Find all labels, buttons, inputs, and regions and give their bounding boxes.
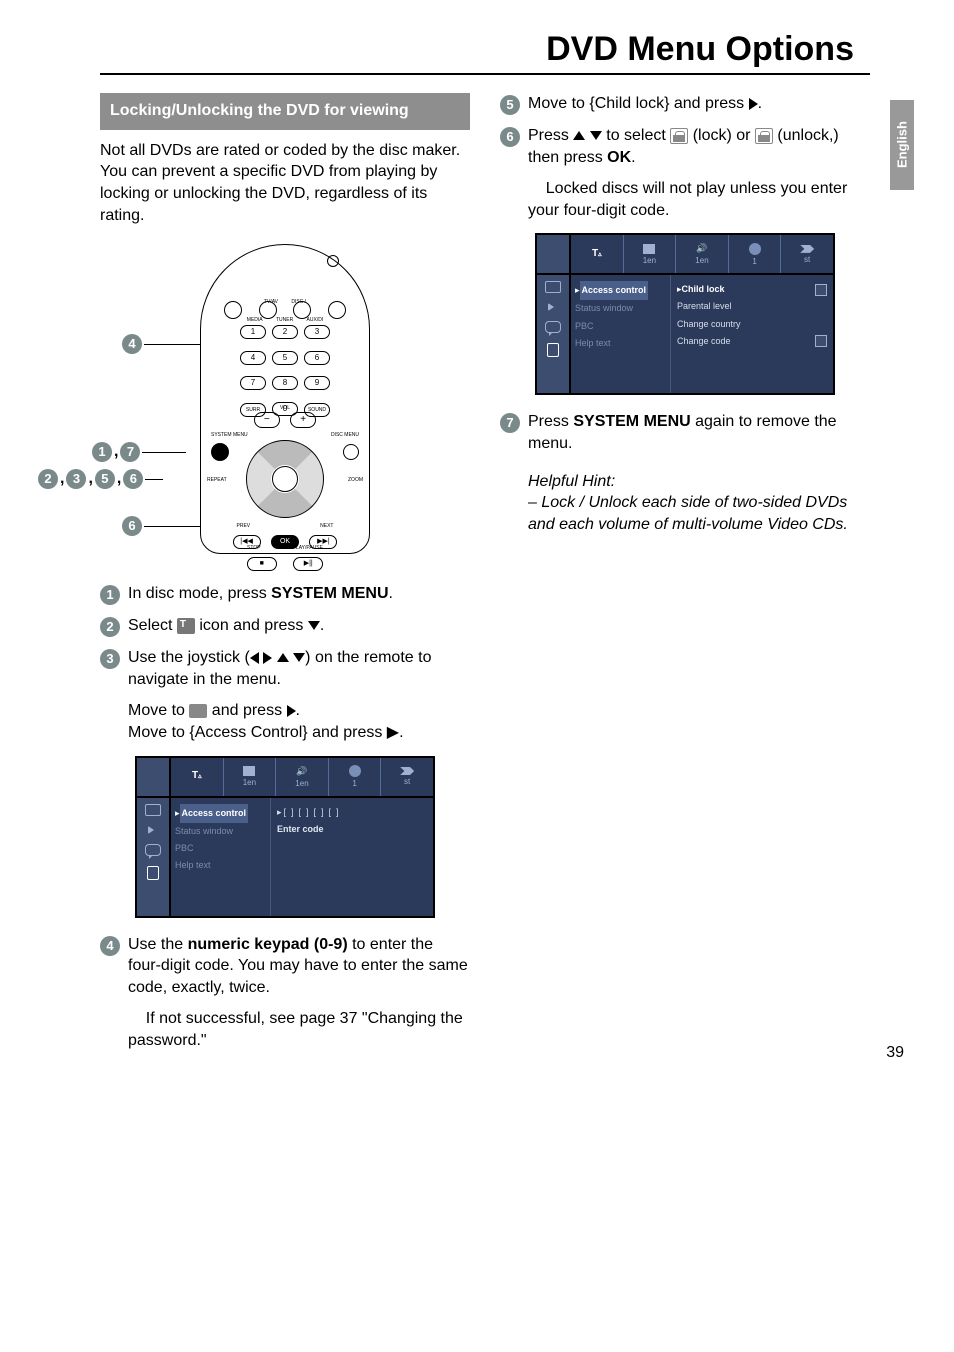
- zoom-label: ZOOM: [348, 477, 363, 483]
- osd-menu-item: PBC: [175, 840, 266, 857]
- osd-menu-item: Access control: [180, 804, 249, 823]
- next-label: NEXT: [320, 523, 333, 529]
- prev-label: PREV: [237, 523, 251, 529]
- osd-screenshot-2: T▵ 1en 🔊1en 1 st ▸Access: [535, 233, 835, 395]
- remote-illustration: 4 1, 7 2, 3, 5, 6 6: [100, 244, 470, 559]
- screen-icon: [145, 804, 161, 816]
- arrow-icon: [800, 245, 814, 253]
- callout-1: 1: [92, 442, 112, 462]
- enter-code-label: Enter code: [277, 821, 427, 838]
- lock-icon: [147, 866, 159, 880]
- callout-7: 7: [120, 442, 140, 462]
- folder-icon: [189, 704, 207, 718]
- callout-3: 3: [66, 469, 86, 489]
- osd-detail-item: Change code: [677, 333, 731, 350]
- step-1: 1 In disc mode, press SYSTEM MENU.: [100, 583, 470, 605]
- lock-open-icon: [815, 335, 827, 347]
- remote-body: TV/AV DISC /MEDIA TUNER AUX/DI 123 456: [200, 244, 370, 554]
- disc-icon: [749, 243, 761, 255]
- vol-up: +: [290, 412, 316, 428]
- key-4: 4: [240, 351, 266, 365]
- down-arrow-icon: [308, 621, 320, 630]
- repeat-label: REPEAT: [207, 477, 227, 483]
- speaker-icon: [148, 826, 158, 834]
- lock-open-icon: [755, 128, 773, 144]
- key-5: 5: [272, 351, 298, 365]
- callout-5: 5: [95, 469, 115, 489]
- step-2: 2 Select icon and press .: [100, 615, 470, 637]
- step-7: 7 Press SYSTEM MENU again to remove the …: [500, 411, 870, 454]
- vol-down: −: [254, 412, 280, 428]
- page-title: DVD Menu Options: [100, 30, 854, 69]
- playpause-label: PLAY/PAUSE: [293, 545, 323, 551]
- left-column: Locking/Unlocking the DVD for viewing No…: [100, 93, 470, 1062]
- key-3: 3: [304, 325, 330, 339]
- disc-menu-label: DISC MENU: [331, 432, 359, 438]
- down-arrow-icon: [590, 131, 602, 140]
- step-3a: Move to and press . Move to {Access Cont…: [128, 700, 470, 743]
- osd-screenshot-1: T▵ 1en 🔊1en 1 st ▸Access: [135, 756, 435, 918]
- language-tab: English: [890, 100, 914, 190]
- joystick: [246, 440, 324, 518]
- callout-6: 6: [122, 516, 142, 536]
- right-arrow-icon: [749, 98, 758, 110]
- system-menu-label: SYSTEM MENU: [211, 432, 248, 438]
- code-entry-display: ▸[ ][ ][ ][ ]: [277, 804, 427, 821]
- osd-menu-item: Help text: [175, 857, 266, 874]
- features-icon: [545, 321, 561, 333]
- key-8: 8: [272, 376, 298, 390]
- osd-menu-item: Status window: [575, 300, 666, 317]
- step-6: 6 Press to select (lock) or (unlock,) th…: [500, 125, 870, 168]
- osd-detail-item: Parental level: [677, 298, 827, 315]
- down-arrow-icon: [293, 653, 305, 662]
- lock-icon: [547, 343, 559, 357]
- up-arrow-icon: [573, 131, 585, 140]
- stop-label: STOP: [247, 545, 261, 551]
- step-4: 4 Use the numeric keypad (0-9) to enter …: [100, 934, 470, 999]
- screen-icon: [545, 281, 561, 293]
- key-9: 9: [304, 376, 330, 390]
- key-6: 6: [304, 351, 330, 365]
- osd-menu-item: Access control: [580, 281, 649, 300]
- step-3: 3 Use the joystick ( ) on the remote to …: [100, 647, 470, 690]
- intro-text: Not all DVDs are rated or coded by the d…: [100, 140, 470, 226]
- step-6a: Locked discs will not play unless you en…: [528, 178, 870, 221]
- key-2: 2: [272, 325, 298, 339]
- key-1: 1: [240, 325, 266, 339]
- page-number: 39: [886, 1044, 904, 1062]
- right-arrow-icon: [263, 652, 272, 664]
- settings-icon: [177, 618, 195, 634]
- tv-icon: [243, 766, 255, 776]
- play-button: ▶||: [293, 557, 323, 571]
- right-column: 5 Move to {Child lock} and press . 6 Pre…: [500, 93, 870, 1062]
- left-arrow-icon: [250, 652, 259, 664]
- key-7: 7: [240, 376, 266, 390]
- disc-icon: [349, 765, 361, 777]
- stop-button: ■: [247, 557, 277, 571]
- right-arrow-icon: [287, 705, 296, 717]
- standby-icon: [327, 255, 339, 267]
- arrow-icon: [400, 767, 414, 775]
- osd-menu-item: Status window: [175, 823, 266, 840]
- title-rule: [100, 73, 870, 75]
- osd-menu-item: Help text: [575, 335, 666, 352]
- helpful-hint: Helpful Hint: – Lock / Unlock each side …: [528, 471, 870, 536]
- step-5: 5 Move to {Child lock} and press .: [500, 93, 870, 115]
- callout-6a: 6: [123, 469, 143, 489]
- section-header: Locking/Unlocking the DVD for viewing: [100, 93, 470, 130]
- lock-closed-icon: [670, 128, 688, 144]
- osd-detail-item: Change country: [677, 316, 827, 333]
- step-4a: If not successful, see page 37 "Changing…: [128, 1008, 470, 1051]
- osd-detail-item: Child lock: [682, 284, 725, 294]
- features-icon: [145, 844, 161, 856]
- lock-closed-icon: [815, 284, 827, 296]
- callout-2: 2: [38, 469, 58, 489]
- osd-menu-item: PBC: [575, 318, 666, 335]
- tv-icon: [643, 244, 655, 254]
- up-arrow-icon: [277, 653, 289, 662]
- callout-4: 4: [122, 334, 142, 354]
- speaker-icon: [548, 303, 558, 311]
- vol-label: VOL: [201, 405, 369, 411]
